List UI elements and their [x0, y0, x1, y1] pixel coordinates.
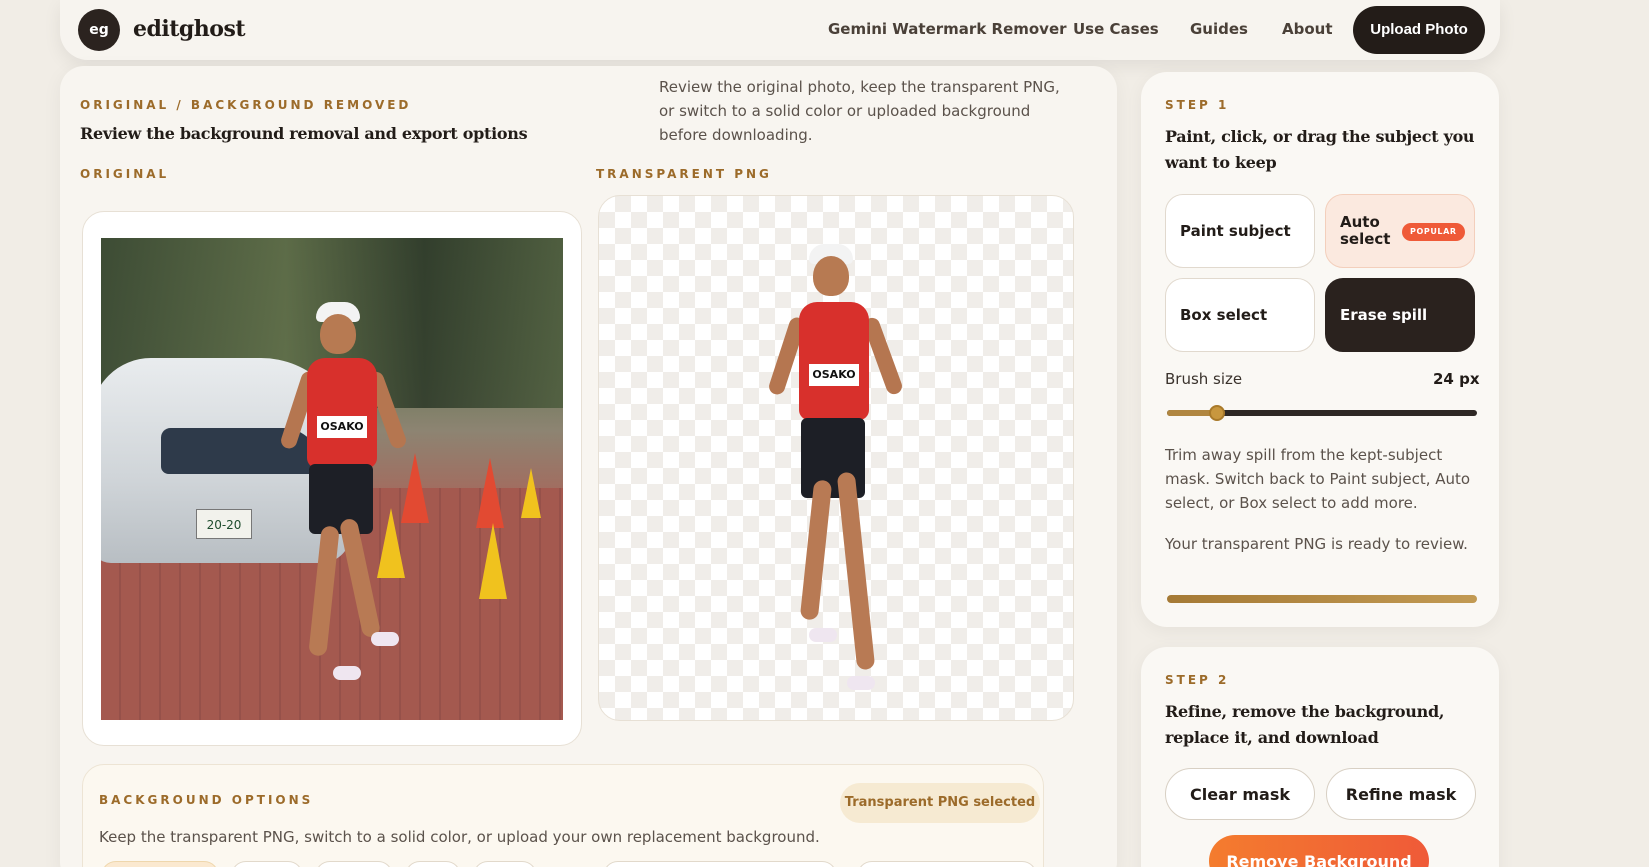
brush-size-label: Brush size: [1165, 370, 1243, 388]
photo-cone: [521, 468, 541, 518]
photo-cone: [377, 508, 405, 578]
progress-bar-fill: [1167, 595, 1477, 603]
photo-cone: [476, 458, 504, 528]
nav-link-guides[interactable]: Guides: [1190, 20, 1248, 38]
runner-leg: [836, 471, 876, 671]
nav-link-gemini-watermark-remover[interactable]: Gemini Watermark Remover: [828, 20, 1067, 38]
step1-status-text: Your transparent PNG is ready to review.: [1165, 535, 1468, 553]
paint-subject-button[interactable]: Paint subject: [1165, 194, 1315, 268]
runner-jersey: [307, 358, 377, 468]
runner-leg: [799, 479, 833, 621]
transparent-png-selected-pill: Transparent PNG selected: [840, 783, 1040, 823]
refine-mask-button[interactable]: Refine mask: [1326, 768, 1476, 820]
background-option-chip[interactable]: [603, 861, 837, 867]
runner-bib: OSAKO: [317, 416, 367, 438]
erase-spill-label: Erase spill: [1340, 306, 1428, 324]
background-option-chip[interactable]: [857, 861, 1037, 867]
compare-heading: Review the background removal and export…: [80, 124, 528, 143]
step1-help-text: Trim away spill from the kept-subject ma…: [1165, 446, 1471, 512]
photo-license-plate: 20-20: [196, 509, 252, 539]
auto-select-button[interactable]: Auto select POPULAR: [1325, 194, 1475, 268]
runner-shoe: [847, 676, 875, 690]
runner-shoe: [809, 628, 837, 642]
runner-shoe: [371, 632, 399, 646]
background-options-card: BACKGROUND OPTIONS Transparent PNG selec…: [82, 764, 1044, 867]
remove-background-button[interactable]: Remove Background: [1209, 835, 1429, 867]
photo-cone: [401, 453, 429, 523]
background-option-chip[interactable]: [101, 861, 219, 867]
box-select-button[interactable]: Box select: [1165, 278, 1315, 352]
step1-kicker: STEP 1: [1165, 98, 1230, 112]
background-option-chip[interactable]: [473, 861, 537, 867]
background-options-description: Keep the transparent PNG, switch to a so…: [99, 828, 820, 846]
original-label: ORIGINAL: [80, 167, 170, 181]
step2-kicker: STEP 2: [1165, 673, 1230, 687]
photo-cone: [479, 523, 507, 599]
runner-shoe: [333, 666, 361, 680]
runner-bib: OSAKO: [809, 364, 859, 386]
nav-link-about[interactable]: About: [1282, 20, 1333, 38]
runner-head: [320, 314, 356, 354]
runner-jersey: [799, 302, 869, 420]
logo-badge[interactable]: eg: [78, 9, 120, 51]
runner-head: [813, 256, 849, 296]
step1-card: STEP 1 Paint, click, or drag the subject…: [1141, 72, 1499, 627]
top-nav: eg editghost Gemini Watermark Remover Us…: [60, 0, 1500, 60]
paint-subject-label: Paint subject: [1180, 222, 1291, 240]
compare-kicker: ORIGINAL / BACKGROUND REMOVED: [80, 98, 412, 112]
compare-description: Review the original photo, keep the tran…: [659, 78, 1060, 144]
background-option-chip[interactable]: [231, 861, 303, 867]
brush-size-slider[interactable]: [1167, 405, 1477, 421]
step2-card: STEP 2 Refine, remove the background, re…: [1141, 647, 1499, 867]
popular-badge: POPULAR: [1402, 223, 1465, 241]
brush-size-value: 24 px: [1433, 370, 1480, 388]
background-option-chip[interactable]: [315, 861, 393, 867]
logo-text[interactable]: editghost: [133, 16, 246, 42]
step2-heading: Refine, remove the background, replace i…: [1165, 702, 1445, 747]
brush-size-slider-handle[interactable]: [1208, 405, 1225, 421]
progress-bar: [1167, 595, 1477, 603]
nav-link-use-cases[interactable]: Use Cases: [1073, 20, 1159, 38]
upload-photo-button[interactable]: Upload Photo: [1353, 6, 1485, 54]
erase-spill-button[interactable]: Erase spill: [1325, 278, 1475, 352]
clear-mask-button[interactable]: Clear mask: [1165, 768, 1315, 820]
step1-heading: Paint, click, or drag the subject you wa…: [1165, 127, 1475, 172]
transparent-label: TRANSPARENT PNG: [596, 167, 772, 181]
compare-card: ORIGINAL / BACKGROUND REMOVED Review the…: [60, 66, 1117, 867]
original-photo: 20-20 OSAKO: [101, 238, 563, 720]
background-options-kicker: BACKGROUND OPTIONS: [99, 793, 314, 807]
background-option-chip[interactable]: [405, 861, 461, 867]
original-photo-frame: 20-20 OSAKO: [82, 211, 582, 746]
auto-select-label: Auto select: [1340, 213, 1391, 248]
transparent-png-frame: OSAKO: [598, 195, 1074, 721]
box-select-label: Box select: [1180, 306, 1268, 324]
